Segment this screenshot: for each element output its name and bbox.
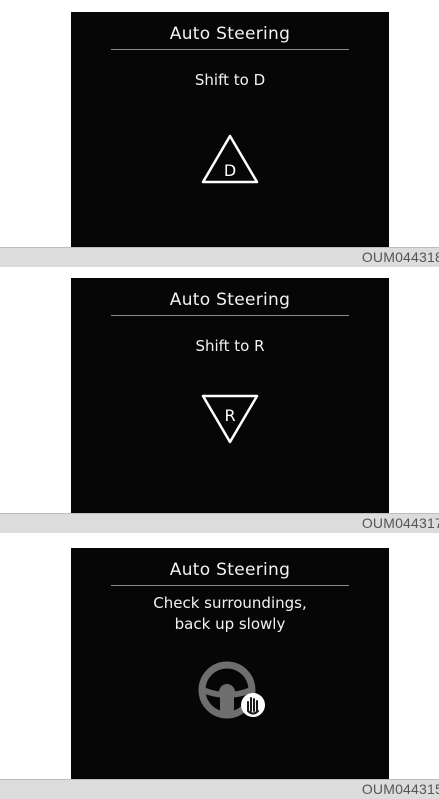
image-footer: OUM044317 bbox=[0, 513, 439, 533]
title-divider bbox=[111, 315, 349, 316]
cluster-screen: Auto Steering Shift to R R bbox=[71, 278, 389, 514]
screen-message-line-2: back up slowly bbox=[174, 615, 286, 633]
image-code: OUM044315 bbox=[361, 781, 439, 797]
screen-title: Auto Steering bbox=[169, 290, 291, 310]
screen-title: Auto Steering bbox=[169, 560, 291, 580]
steering-wheel-hand-icon bbox=[198, 661, 265, 719]
image-footer: OUM044315 bbox=[0, 779, 439, 799]
title-divider bbox=[111, 49, 349, 50]
warning-triangle-icon: D bbox=[201, 134, 259, 184]
inverted-triangle-icon: R bbox=[201, 394, 259, 444]
triangle-letter: D bbox=[224, 161, 236, 180]
panel-shift-to-d: Auto Steering Shift to D D OUM044318 bbox=[0, 0, 439, 267]
screen-message: Shift to R bbox=[195, 337, 265, 355]
screen-title: Auto Steering bbox=[169, 24, 291, 44]
triangle-letter: R bbox=[224, 406, 235, 425]
title-divider bbox=[111, 585, 349, 586]
image-code: OUM044317 bbox=[361, 515, 439, 531]
image-code: OUM044318 bbox=[361, 249, 439, 265]
image-footer: OUM044318 bbox=[0, 247, 439, 267]
panel-shift-to-r: Auto Steering Shift to R R OUM044317 bbox=[0, 266, 439, 536]
cluster-screen: Auto Steering Check surroundings, back u… bbox=[71, 548, 389, 780]
screen-message-line-1: Check surroundings, bbox=[153, 594, 307, 612]
panel-check-surroundings: Auto Steering Check surroundings, back u… bbox=[0, 536, 439, 799]
cluster-screen: Auto Steering Shift to D D bbox=[71, 12, 389, 248]
screen-message: Shift to D bbox=[194, 71, 266, 89]
